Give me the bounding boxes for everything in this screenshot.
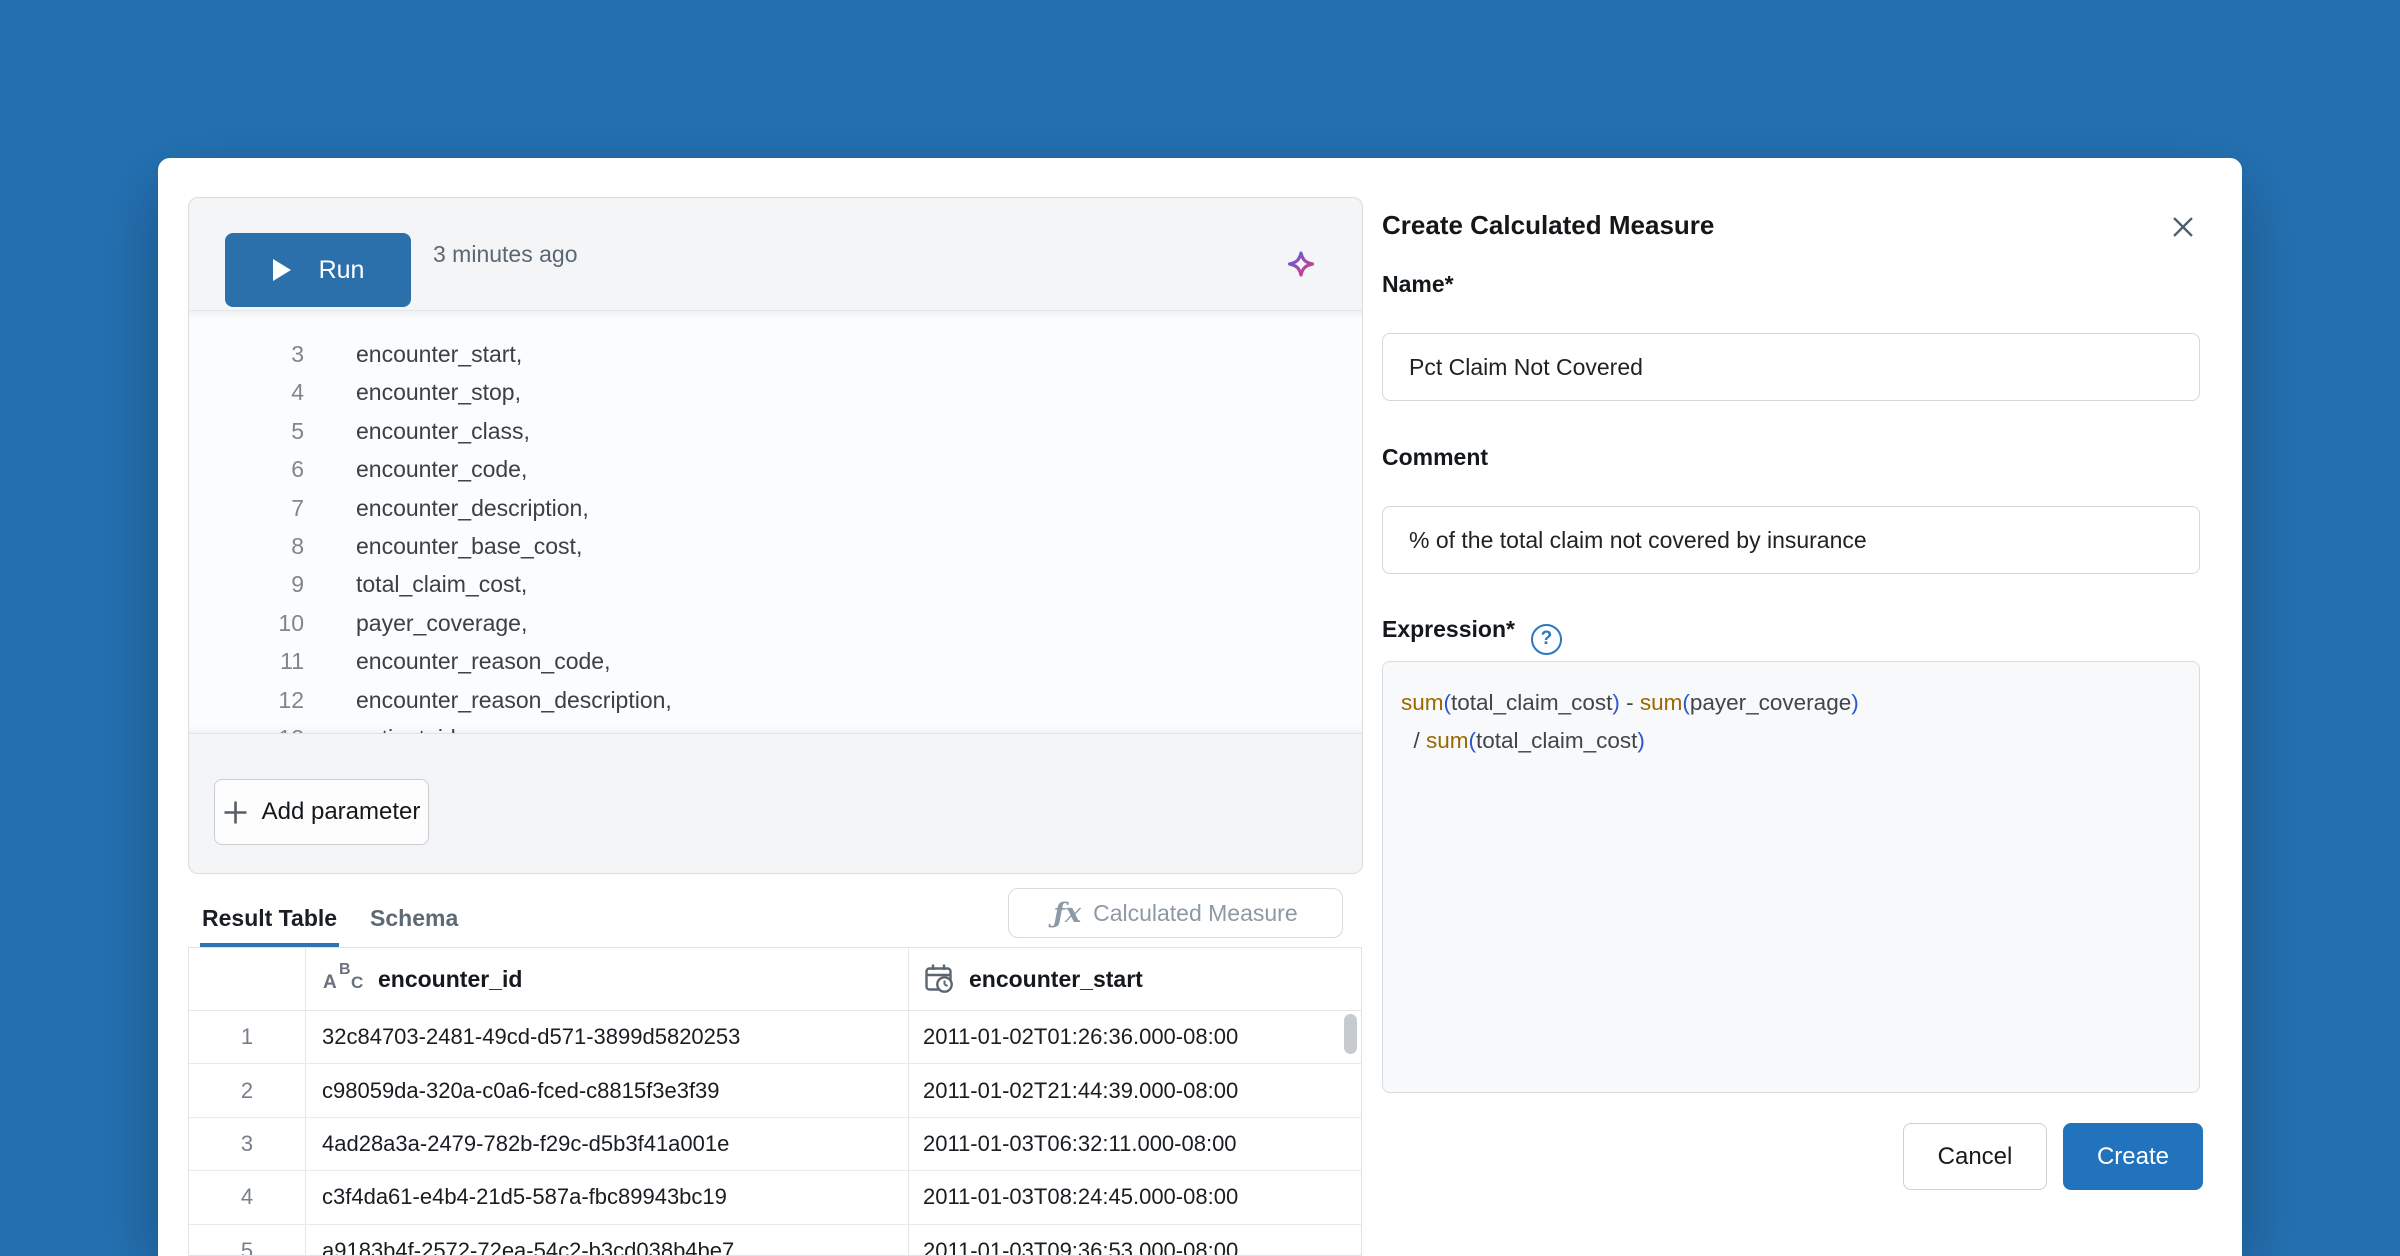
line-content: encounter_base_cost, <box>356 532 583 559</box>
create-button[interactable]: Create <box>2063 1123 2203 1190</box>
cancel-button[interactable]: Cancel <box>1903 1123 2047 1190</box>
code-line: 8 encounter_base_cost, <box>189 527 1362 565</box>
comment-label: Comment <box>1382 444 1489 470</box>
run-button-label: Run <box>318 255 365 284</box>
encounter-start-cell: 2011-01-02T21:44:39.000-08:00 <box>923 1077 1239 1103</box>
last-run-timestamp: 3 minutes ago <box>433 240 578 267</box>
line-number: 13 <box>189 719 304 733</box>
sparkle-icon[interactable] <box>1283 248 1319 284</box>
table-row[interactable]: 4 c3f4da61-e4b4-21d5-587a-fbc89943bc19 2… <box>189 1171 1361 1225</box>
code-line: 7 encounter_description, <box>189 489 1362 527</box>
column-label: encounter_id <box>378 965 523 992</box>
close-icon[interactable] <box>2164 208 2202 246</box>
calculated-measure-button[interactable]: ƒx Calculated Measure <box>1008 888 1343 938</box>
line-number: 12 <box>278 686 304 713</box>
result-table-header: ABC encounter_id encounter_start <box>189 948 1361 1011</box>
table-row[interactable]: 3 4ad28a3a-2479-782b-f29c-d5b3f41a001e 2… <box>189 1117 1361 1172</box>
query-card-header: Run 3 minutes ago <box>189 198 1362 310</box>
encounter-id-cell: c3f4da61-e4b4-21d5-587a-fbc89943bc19 <box>306 1171 909 1224</box>
row-number-header <box>189 948 306 1010</box>
sql-code-editor[interactable]: 3 encounter_start, 4 encounter_stop, 5 e… <box>189 310 1362 734</box>
table-row[interactable]: 1 32c84703-2481-49cd-d571-3899d5820253 2… <box>189 1011 1361 1065</box>
encounter-id-cell: c98059da-320a-c0a6-fced-c8815f3e3f39 <box>306 1064 909 1117</box>
encounter-id-cell: 32c84703-2481-49cd-d571-3899d5820253 <box>306 1011 909 1064</box>
line-content: payer_coverage, <box>356 609 528 636</box>
expression-label-text: Expression* <box>1382 616 1515 642</box>
row-number-cell: 2 <box>189 1064 306 1117</box>
add-parameter-button[interactable]: Add parameter <box>214 779 429 845</box>
result-table: ABC encounter_id encounter_start 1 32c84… <box>188 947 1362 1256</box>
notebook-modal: Run 3 minutes ago 3 encounter_start, 4 e… <box>158 158 2242 1256</box>
line-content: encounter_description, <box>356 494 589 521</box>
sql-query-card: Run 3 minutes ago 3 encounter_start, 4 e… <box>188 197 1363 874</box>
fx-icon: ƒx <box>1053 897 1082 929</box>
help-icon[interactable]: ? <box>1530 623 1562 655</box>
table-scrollbar-thumb[interactable] <box>1344 1014 1357 1054</box>
row-number-cell: 5 <box>189 1224 306 1255</box>
tab-schema[interactable]: Schema <box>370 905 458 936</box>
encounter-id-cell: 4ad28a3a-2479-782b-f29c-d5b3f41a001e <box>306 1117 909 1171</box>
line-number: 6 <box>291 456 304 483</box>
row-number-cell: 4 <box>189 1171 306 1224</box>
encounter-start-cell: 2011-01-03T09:36:53.000-08:00 <box>923 1237 1239 1256</box>
code-line: 5 encounter_class, <box>189 412 1362 450</box>
code-line: 10 payer_coverage, <box>189 604 1362 642</box>
encounter-start-cell: 2011-01-02T01:26:36.000-08:00 <box>923 1024 1239 1050</box>
line-content: patient_id, <box>304 719 462 733</box>
add-parameter-label: Add parameter <box>261 798 421 825</box>
column-header-encounter-id[interactable]: ABC encounter_id <box>306 948 909 1010</box>
line-number: 3 <box>291 341 304 367</box>
page-background: Run 3 minutes ago 3 encounter_start, 4 e… <box>0 0 2400 1256</box>
line-content: total_claim_cost, <box>356 571 528 598</box>
encounter-start-cell: 2011-01-03T06:32:11.000-08:00 <box>923 1130 1237 1156</box>
line-number: 4 <box>291 379 304 406</box>
run-button[interactable]: Run <box>225 233 411 307</box>
tab-result-table[interactable]: Result Table <box>199 905 340 950</box>
plus-icon <box>224 801 247 823</box>
expression-editor[interactable]: sum(total_claim_cost) - sum(payer_covera… <box>1382 661 2200 1093</box>
datetime-type-icon <box>925 964 953 993</box>
code-line: 12 encounter_reason_description, <box>189 681 1362 719</box>
result-table-body: 1 32c84703-2481-49cd-d571-3899d5820253 2… <box>189 1011 1361 1256</box>
line-content: encounter_stop, <box>356 379 521 406</box>
expression-code-line: sum(total_claim_cost) - sum(payer_covera… <box>1401 690 1859 715</box>
table-row[interactable]: 5 a9183b4f-2572-72ea-54c2-b3cd038b4be7 2… <box>189 1224 1361 1256</box>
line-number: 10 <box>278 609 304 636</box>
line-number: 11 <box>280 648 304 675</box>
expression-code-line: / sum(total_claim_cost) <box>1401 728 1645 753</box>
code-line: 13 patient_id, <box>189 719 1362 733</box>
line-number: 5 <box>291 417 304 444</box>
line-number: 7 <box>291 494 304 521</box>
column-header-encounter-start[interactable]: encounter_start <box>909 948 1338 1010</box>
code-line: 9 total_claim_cost, <box>189 565 1362 603</box>
result-tabs: Result Table Schema <box>199 894 458 950</box>
table-row[interactable]: 2 c98059da-320a-c0a6-fced-c8815f3e3f39 2… <box>189 1064 1361 1118</box>
comment-input[interactable] <box>1382 506 2200 574</box>
name-label: Name* <box>1382 271 1454 297</box>
code-line: 3 encounter_start, <box>189 335 1362 373</box>
expression-label: Expression*? <box>1382 616 1562 655</box>
line-number: 9 <box>291 571 304 598</box>
code-line: 11 encounter_reason_code, <box>189 642 1362 680</box>
encounter-id-cell: a9183b4f-2572-72ea-54c2-b3cd038b4be7 <box>306 1224 909 1255</box>
parameter-section: Add parameter <box>189 735 1362 873</box>
line-content: encounter_reason_code, <box>356 648 611 675</box>
string-type-icon: ABC <box>323 961 364 993</box>
column-label: encounter_start <box>969 965 1143 992</box>
calculated-measure-label: Calculated Measure <box>1093 899 1298 926</box>
play-icon <box>272 259 291 281</box>
row-number-cell: 3 <box>189 1117 306 1171</box>
code-line: 4 encounter_stop, <box>189 373 1362 411</box>
line-content: encounter_reason_description, <box>356 686 672 713</box>
line-number: 8 <box>291 532 304 559</box>
panel-title: Create Calculated Measure <box>1382 210 1715 240</box>
line-content: encounter_class, <box>356 417 530 444</box>
line-content: encounter_code, <box>356 456 528 483</box>
row-number-cell: 1 <box>189 1011 306 1064</box>
line-content: encounter_start, <box>356 341 523 367</box>
encounter-start-cell: 2011-01-03T08:24:45.000-08:00 <box>923 1184 1239 1210</box>
name-input[interactable] <box>1382 333 2200 401</box>
code-line: 6 encounter_code, <box>189 450 1362 488</box>
